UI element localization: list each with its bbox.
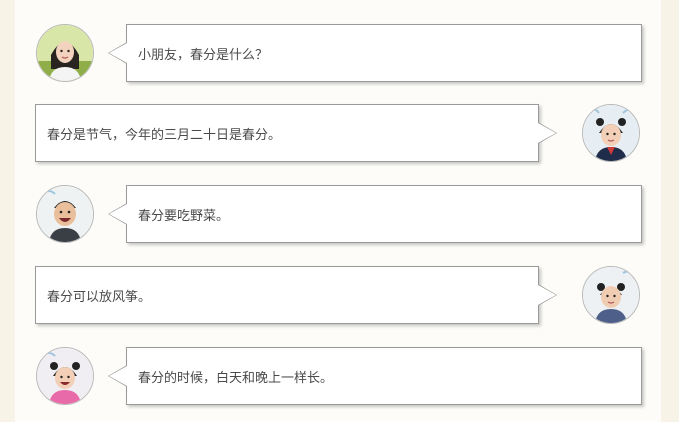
- child-avatar: [582, 104, 640, 162]
- message-bubble: 春分是节气，今年的三月二十日是春分。: [35, 104, 557, 162]
- message-text: 春分是节气，今年的三月二十日是春分。: [47, 127, 282, 143]
- bubble-tail: [538, 122, 557, 144]
- chat-row-2: 春分是节气，今年的三月二十日是春分。: [0, 104, 679, 164]
- child-avatar: [36, 185, 94, 243]
- chat-row-4: 春分可以放风筝。: [0, 266, 679, 326]
- message-text: 春分可以放风筝。: [47, 289, 152, 305]
- bubble-tail: [108, 365, 127, 387]
- bubble-tail: [108, 42, 127, 64]
- chat-row-3: 春分要吃野菜。: [0, 185, 679, 245]
- chat-row-1: 小朋友，春分是什么？: [0, 24, 679, 84]
- bubble-tail: [538, 284, 557, 306]
- teacher-portrait-icon: [37, 25, 93, 81]
- bubble-tail: [108, 203, 127, 225]
- teacher-avatar: [36, 24, 94, 82]
- message-text: 小朋友，春分是什么？: [138, 47, 269, 63]
- child-portrait-icon: [583, 105, 639, 161]
- message-text: 春分要吃野菜。: [138, 208, 230, 224]
- message-bubble: 春分的时候，白天和晚上一样长。: [108, 347, 642, 405]
- message-bubble: 春分可以放风筝。: [35, 266, 557, 324]
- child-portrait-icon: [37, 348, 93, 404]
- chat-row-5: 春分的时候，白天和晚上一样长。: [0, 347, 679, 407]
- child-avatar: [36, 347, 94, 405]
- message-text: 春分的时候，白天和晚上一样长。: [138, 370, 334, 386]
- child-portrait-icon: [583, 267, 639, 323]
- child-portrait-icon: [37, 186, 93, 242]
- child-avatar: [582, 266, 640, 324]
- message-bubble: 春分要吃野菜。: [108, 185, 642, 243]
- message-bubble: 小朋友，春分是什么？: [108, 24, 642, 82]
